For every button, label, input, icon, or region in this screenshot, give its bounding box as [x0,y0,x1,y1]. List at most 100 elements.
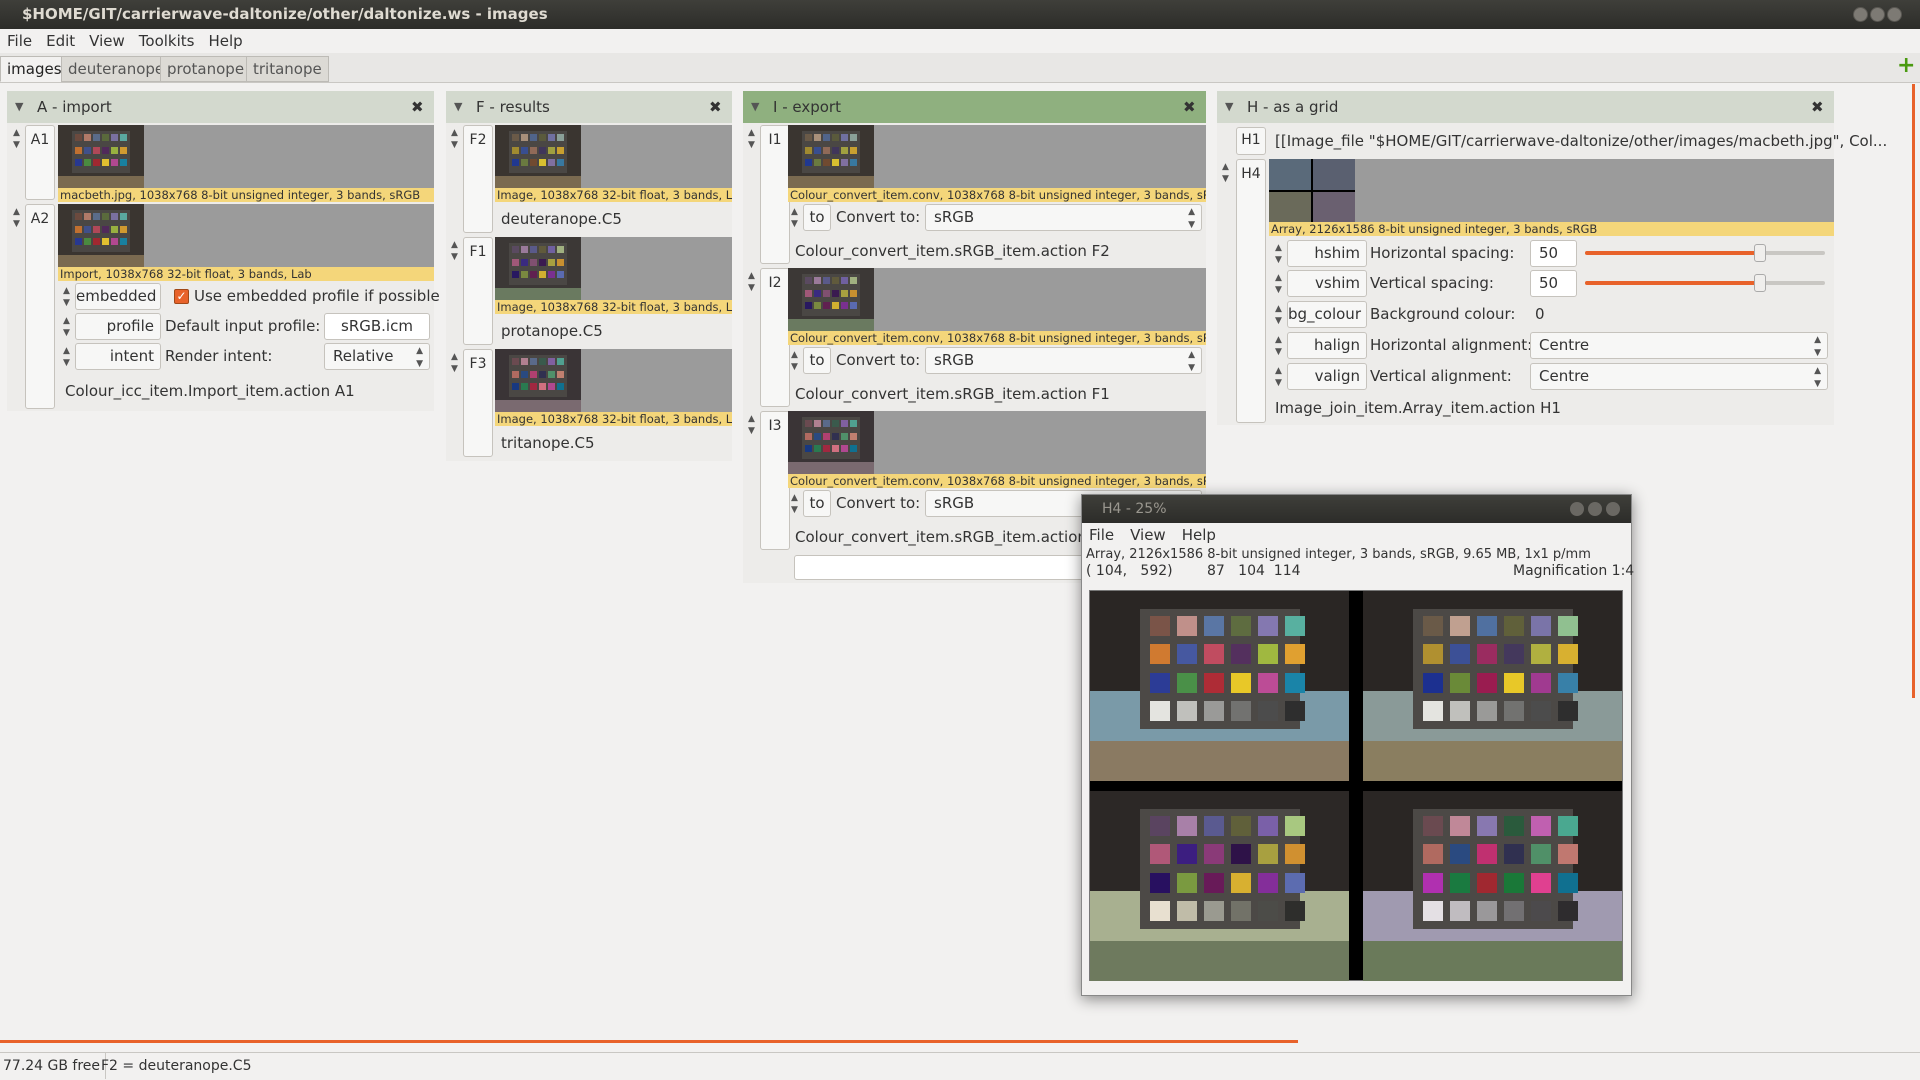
row-scroll-arrows[interactable]: ▲ ▼ [1222,161,1232,185]
close-column-icon[interactable]: ✖ [1811,91,1824,123]
row-scroll-arrows[interactable]: ▲ ▼ [748,413,758,437]
tab-images[interactable]: images [0,56,69,82]
row-label-i2[interactable]: I2 [760,268,790,407]
embedded-checkbox[interactable]: ✓ [174,289,189,304]
viewer-menu-view[interactable]: View [1130,523,1166,547]
row-scroll-arrows[interactable]: ▲ ▼ [1275,303,1285,327]
row-label-f3[interactable]: F3 [463,349,493,457]
column-a-header[interactable]: ▼ A - import ✖ [7,91,434,123]
menu-help[interactable]: Help [208,29,242,53]
image-thumbnail-a2[interactable] [58,204,434,267]
maximize-icon[interactable] [1588,502,1602,516]
row-scroll-arrows[interactable]: ▲ ▼ [1275,272,1285,296]
collapse-icon[interactable]: ▼ [454,91,462,123]
valign-select[interactable]: Centre ▲ ▼ [1530,363,1828,390]
row-scroll-arrows[interactable]: ▲ ▼ [63,315,73,339]
row-scroll-arrows[interactable]: ▲ ▼ [63,345,73,369]
column-f-header[interactable]: ▼ F - results ✖ [446,91,732,123]
row-scroll-arrows[interactable]: ▲ ▼ [63,285,73,309]
close-column-icon[interactable]: ✖ [411,91,424,123]
row-scroll-arrows[interactable]: ▲ ▼ [1275,365,1285,389]
close-column-icon[interactable]: ✖ [709,91,722,123]
row-scroll-arrows[interactable]: ▲ ▼ [13,206,23,230]
vshim-field[interactable]: 50 [1530,270,1577,297]
image-viewer-titlebar[interactable]: H4 - 25% [1082,495,1631,523]
tab-protanope[interactable]: protanope [160,56,252,82]
color-chart [802,274,860,316]
row-scroll-arrows[interactable]: ▲ ▼ [791,492,801,516]
valign-button[interactable]: valign [1287,363,1367,390]
row-scroll-arrows[interactable]: ▲ ▼ [791,206,801,230]
vshim-button[interactable]: vshim [1287,270,1367,297]
halign-button[interactable]: halign [1287,332,1367,359]
row-scroll-arrows[interactable]: ▲ ▼ [748,127,758,151]
minimize-icon[interactable] [1570,502,1584,516]
workspace-vertical-scrollbar[interactable] [1912,84,1915,698]
image-thumbnail-h4[interactable] [1269,159,1834,222]
hshim-button[interactable]: hshim [1287,240,1367,267]
row-label-a1[interactable]: A1 [25,125,55,200]
vshim-slider-handle[interactable] [1754,274,1767,292]
tab-tritanope[interactable]: tritanope [246,56,329,82]
convert-to-button[interactable]: to [803,490,831,517]
menu-file[interactable]: File [7,29,32,53]
maximize-icon[interactable] [1870,7,1885,22]
bg-colour-button[interactable]: bg_colour [1287,301,1367,328]
menu-edit[interactable]: Edit [46,29,75,53]
row-scroll-arrows[interactable]: ▲ ▼ [451,127,461,151]
row-label-h1[interactable]: H1 [1236,127,1266,155]
row-scroll-arrows[interactable]: ▲ ▼ [791,349,801,373]
image-thumbnail-i1[interactable] [788,125,1206,188]
image-thumbnail-f3[interactable] [495,349,732,412]
row-scroll-arrows[interactable]: ▲ ▼ [13,127,23,151]
row-scroll-arrows[interactable]: ▲ ▼ [451,239,461,263]
convert-to-select[interactable]: sRGB ▲▼ [925,204,1202,231]
image-canvas[interactable] [1089,590,1623,981]
row-scroll-arrows[interactable]: ▲ ▼ [451,351,461,375]
collapse-icon[interactable]: ▼ [751,91,759,123]
image-thumbnail-i2[interactable] [788,268,1206,331]
column-i-header[interactable]: ▼ I - export ✖ [743,91,1206,123]
row-label-h4[interactable]: H4 [1236,159,1266,423]
close-icon[interactable] [1887,7,1902,22]
menu-view[interactable]: View [89,29,125,53]
column-h-header[interactable]: ▼ H - as a grid ✖ [1217,91,1834,123]
intent-select[interactable]: Relative ▲ ▼ [324,343,430,370]
image-thumbnail-a1[interactable] [58,125,434,188]
row-label-i1[interactable]: I1 [760,125,790,264]
profile-field[interactable]: sRGB.icm [324,313,430,340]
minimize-icon[interactable] [1853,7,1868,22]
tab-deuteranope[interactable]: deuteranope [61,56,172,82]
close-icon[interactable] [1606,502,1620,516]
image-thumbnail-i3[interactable] [788,411,1206,474]
row-scroll-arrows[interactable]: ▲ ▼ [1275,242,1285,266]
menu-toolkits[interactable]: Toolkits [139,29,195,53]
plus-icon[interactable]: + [1897,55,1915,77]
embedded-button[interactable]: embedded [75,283,161,310]
hshim-slider-handle[interactable] [1754,244,1767,262]
convert-to-select[interactable]: sRGB ▲▼ [925,347,1202,374]
row-scroll-arrows[interactable]: ▲ ▼ [748,270,758,294]
collapse-icon[interactable]: ▼ [15,91,23,123]
row-label-f2[interactable]: F2 [463,125,493,233]
row-label-i3[interactable]: I3 [760,411,790,550]
row-scroll-arrows[interactable]: ▲ ▼ [1275,334,1285,358]
convert-to-button[interactable]: to [803,204,831,231]
convert-to-button[interactable]: to [803,347,831,374]
halign-select[interactable]: Centre ▲ ▼ [1530,332,1828,359]
viewer-menu-file[interactable]: File [1089,523,1114,547]
workspace-horizontal-scrollbar[interactable] [0,1040,1298,1043]
intent-button[interactable]: intent [75,343,161,370]
profile-button[interactable]: profile [75,313,161,340]
grid-preview-cell [1313,159,1355,190]
color-chart [72,131,130,173]
hshim-field[interactable]: 50 [1530,240,1577,267]
collapse-icon[interactable]: ▼ [1225,91,1233,123]
magnification: Magnification 1:4 [1513,563,1635,579]
row-label-a2[interactable]: A2 [25,204,55,409]
row-label-f1[interactable]: F1 [463,237,493,345]
image-thumbnail-f2[interactable] [495,125,732,188]
image-thumbnail-f1[interactable] [495,237,732,300]
viewer-menu-help[interactable]: Help [1182,523,1216,547]
close-column-icon[interactable]: ✖ [1183,91,1196,123]
